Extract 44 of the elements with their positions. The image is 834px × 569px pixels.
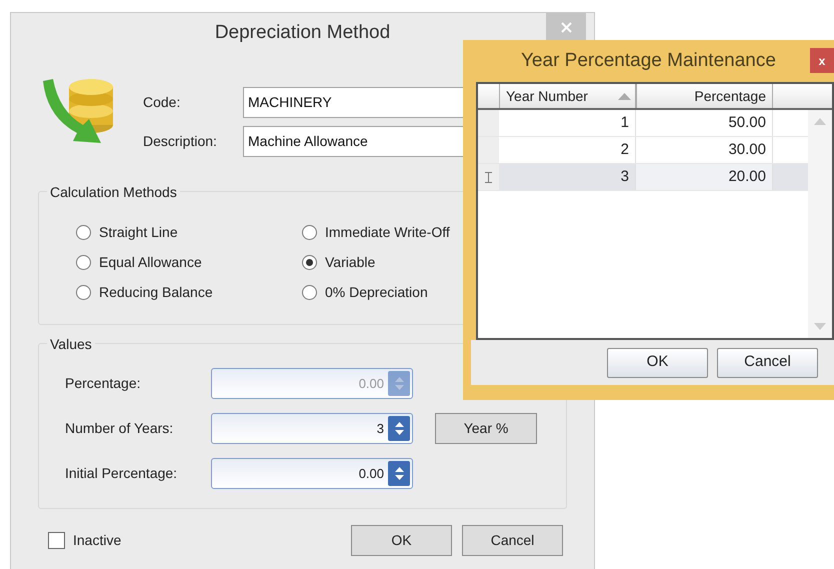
spin-arrows-icon[interactable] <box>388 461 410 486</box>
text-cursor-icon <box>485 172 492 182</box>
close-button[interactable]: x <box>810 48 834 73</box>
radio-button[interactable] <box>302 224 317 240</box>
close-icon <box>560 22 572 32</box>
radio-label: Reducing Balance <box>99 282 213 302</box>
radio-button[interactable] <box>302 284 317 300</box>
field-label: Code: <box>143 93 182 112</box>
radio-label: Immediate Write-Off <box>325 222 450 242</box>
field-label: Initial Percentage: <box>65 464 178 483</box>
radio-label: Equal Allowance <box>99 252 202 272</box>
table-row[interactable]: 1 50.00 <box>478 110 808 137</box>
column-header[interactable]: Percentage <box>636 84 773 108</box>
table-cell: 50.00 <box>636 110 773 136</box>
radio-label: Straight Line <box>99 222 178 242</box>
year-percent-button[interactable]: Year % <box>435 413 537 444</box>
field-label: Description: <box>143 132 218 151</box>
table-row[interactable]: 2 30.00 <box>478 137 808 164</box>
number-spinner[interactable]: 0.00 <box>211 458 413 489</box>
table-cell: 30.00 <box>636 137 773 163</box>
dialog-button[interactable]: OK <box>607 348 708 378</box>
table-cell: 20.00 <box>636 164 773 190</box>
column-header[interactable]: Year Number <box>499 84 636 108</box>
field-label: Percentage: <box>65 374 142 393</box>
checkbox[interactable] <box>48 532 65 549</box>
number-spinner[interactable]: 3 <box>211 413 413 444</box>
checkbox-label: Inactive <box>73 531 122 550</box>
dialog-button[interactable]: Cancel <box>717 348 818 378</box>
dialog-button[interactable]: OK <box>351 525 452 556</box>
sort-ascending-icon <box>618 92 631 100</box>
radio-label: Variable <box>325 252 376 272</box>
table-cell: 2 <box>499 137 636 163</box>
table-row[interactable]: 3 20.00 <box>478 164 808 191</box>
radio-button[interactable] <box>76 284 91 300</box>
table-cell: 1 <box>499 110 636 136</box>
radio-button[interactable] <box>76 254 91 270</box>
radio-button[interactable] <box>76 224 91 240</box>
radio-button[interactable] <box>302 254 317 270</box>
spin-arrows-icon[interactable] <box>388 416 410 441</box>
window-title: Depreciation Method <box>214 20 390 45</box>
window-title: Year Percentage Maintenance <box>521 48 776 73</box>
field-label: Number of Years: <box>65 419 174 438</box>
dialog-button[interactable]: Cancel <box>462 525 563 556</box>
radio-label: 0% Depreciation <box>325 282 428 302</box>
